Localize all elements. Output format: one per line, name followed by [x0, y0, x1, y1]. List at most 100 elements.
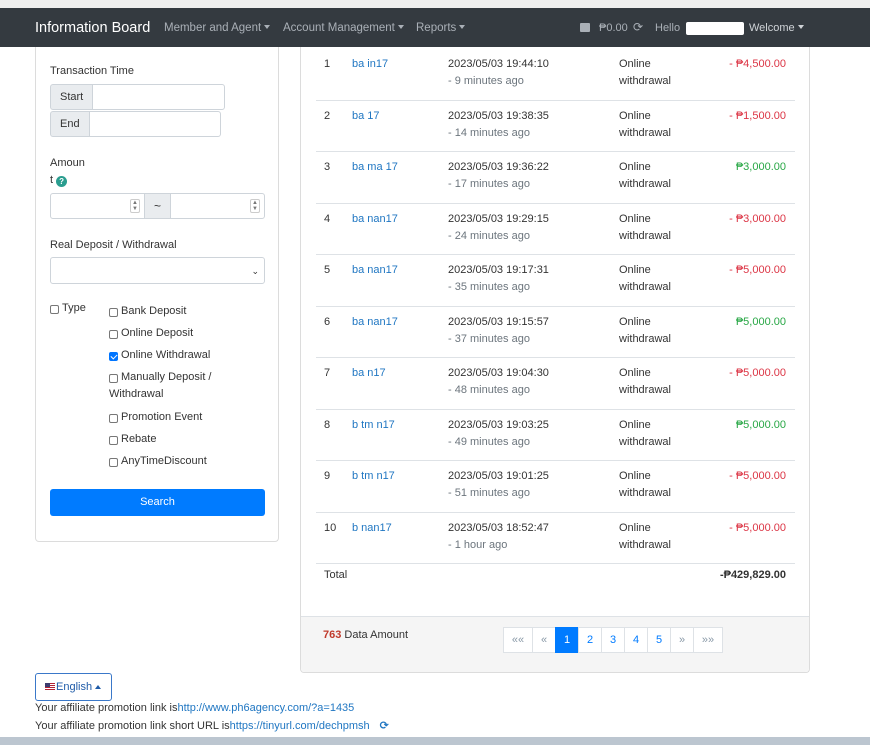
data-amount-count: 763: [323, 629, 342, 641]
relative-time: - 49 minutes ago: [448, 435, 530, 448]
refresh-icon[interactable]: ⟳: [380, 720, 389, 732]
table-row: 8 b tm n17 2023/05/03 19:03:25- 49 minutes…: [316, 410, 795, 461]
page-button[interactable]: 4: [624, 627, 648, 653]
transaction-amount: - ₱5,000.00: [729, 521, 786, 534]
type-checkbox[interactable]: [109, 330, 118, 339]
username-link[interactable]: ba ma 17: [352, 159, 398, 176]
row-number: 1: [324, 58, 331, 70]
type-checkbox[interactable]: [109, 352, 118, 361]
affiliate-short-link[interactable]: https://tinyurl.com/dechpmsh: [230, 720, 370, 732]
transaction-time: 2023/05/03 19:44:10- 9 minutes ago: [448, 58, 549, 87]
data-amount-label: Data Amount: [344, 629, 409, 641]
row-number: 6: [324, 315, 331, 328]
username-link[interactable]: ba nan17: [352, 262, 398, 279]
browser-top-strip: [0, 0, 870, 8]
spinner-icon[interactable]: ▲ ▼: [130, 199, 140, 213]
caret-down-icon: [797, 25, 804, 29]
relative-time: - 24 minutes ago: [448, 229, 530, 242]
row-number: 8: [324, 418, 331, 431]
table-row: 1 ba in17 2023/05/03 19:44:10- 9 minutes a…: [316, 49, 795, 101]
brand-title[interactable]: Information Board: [35, 20, 150, 36]
transaction-time: 2023/05/03 19:38:35- 14 minutes ago: [448, 109, 549, 139]
transaction-time: 2023/05/03 19:01:25- 51 minutes ago: [448, 470, 549, 499]
greeting-text: Hello: [655, 22, 681, 34]
username-link[interactable]: ba in17: [352, 56, 388, 73]
amount-max-input[interactable]: ▲ ▼: [170, 193, 265, 219]
real-deposit-withdrawal-select[interactable]: ⌄: [50, 257, 265, 284]
page-button[interactable]: ««: [503, 627, 533, 653]
type-checkbox[interactable]: [109, 414, 118, 423]
username-link[interactable]: ba n17: [352, 365, 386, 382]
relative-time: - 1 hour ago: [448, 538, 508, 551]
start-time-input[interactable]: [92, 84, 225, 110]
page-button[interactable]: »: [670, 627, 694, 653]
type-label: Type: [62, 302, 86, 314]
menu-account-management[interactable]: Account Management: [283, 22, 404, 34]
username-link[interactable]: ba nan17: [352, 211, 398, 228]
type-option-label-wrap[interactable]: Withdrawal: [109, 386, 163, 403]
transaction-amount: - ₱1,500.00: [729, 109, 786, 122]
transaction-amount: - ₱5,000.00: [729, 367, 786, 379]
type-option-label[interactable]: Rebate: [121, 431, 156, 448]
relative-time: - 51 minutes ago: [448, 487, 530, 499]
type-option-label[interactable]: AnyTimeDiscount: [121, 453, 207, 470]
relative-time: - 9 minutes ago: [448, 75, 524, 87]
transaction-amount: - ₱5,000.00: [729, 264, 786, 276]
caret-down-icon: [397, 25, 404, 29]
type-option-label[interactable]: Online Deposit: [121, 325, 193, 342]
row-number: 9: [324, 470, 331, 482]
page-button[interactable]: 3: [601, 627, 625, 653]
transaction-time: 2023/05/03 19:17:31- 35 minutes ago: [448, 264, 549, 293]
type-option-label[interactable]: Promotion Event: [121, 409, 202, 426]
language-selector[interactable]: English: [35, 673, 112, 701]
type-option-label[interactable]: Manually Deposit /: [121, 369, 212, 386]
page-button[interactable]: 2: [578, 627, 602, 653]
transaction-type: Online withdrawal: [619, 367, 671, 396]
transaction-time: 2023/05/03 19:15:57- 37 minutes ago: [448, 315, 549, 345]
affiliate-link[interactable]: http://www.ph6agency.com/?a=1435: [177, 702, 354, 714]
amount-min-input[interactable]: ▲ ▼: [50, 193, 145, 219]
user-menu[interactable]: Welcome: [749, 22, 804, 34]
type-checkbox[interactable]: [109, 374, 118, 383]
page-button[interactable]: 5: [647, 627, 671, 653]
caret-down-icon: [459, 25, 466, 29]
spinner-icon[interactable]: ▲ ▼: [250, 199, 260, 213]
transaction-time: 2023/05/03 19:04:30- 48 minutes ago: [448, 367, 549, 396]
amount-label-wrap: t?: [50, 174, 68, 187]
menu-reports[interactable]: Reports: [416, 22, 466, 34]
chevron-down-icon: ⌄: [251, 266, 259, 276]
type-checkbox[interactable]: [109, 308, 118, 317]
type-checkbox[interactable]: [109, 458, 118, 467]
table-row: 7 ba n17 2023/05/03 19:04:30- 48 minutes a…: [316, 358, 795, 410]
table-row: 4 ba nan17 2023/05/03 19:29:15- 24 minutes…: [316, 204, 795, 255]
table-row: 10 b nan17 2023/05/03 18:52:47- 1 hour ago…: [316, 513, 795, 564]
search-button[interactable]: Search: [50, 489, 265, 516]
bottom-taskbar: [0, 737, 870, 745]
refresh-balance-icon[interactable]: ⟳: [633, 20, 643, 34]
row-number: 10: [324, 521, 337, 534]
type-option-label[interactable]: Online Withdrawal: [121, 347, 210, 364]
help-icon[interactable]: ?: [56, 176, 68, 187]
type-checkbox[interactable]: [109, 436, 118, 445]
balance-value: ₱0.00: [599, 22, 628, 34]
transaction-amount: ₱3,000.00: [735, 161, 786, 173]
page-button[interactable]: 1: [555, 627, 579, 653]
transaction-type: Online withdrawal: [619, 264, 671, 293]
caret-up-icon: [95, 685, 102, 689]
page-button[interactable]: »»: [693, 627, 723, 653]
page-button[interactable]: «: [532, 627, 556, 653]
type-option-label[interactable]: Bank Deposit: [121, 303, 186, 320]
username-link[interactable]: ba 17: [352, 108, 380, 125]
end-time-input[interactable]: [89, 111, 221, 137]
transaction-time: 2023/05/03 19:36:22- 17 minutes ago: [448, 161, 549, 190]
username-link[interactable]: b nan17: [352, 520, 392, 537]
table-row: 6 ba nan17 2023/05/03 19:15:57- 37 minutes…: [316, 307, 795, 358]
username-link[interactable]: ba nan17: [352, 314, 398, 331]
type-all-checkbox[interactable]: [50, 305, 59, 314]
menu-member-and-agent[interactable]: Member and Agent: [164, 22, 271, 34]
relative-time: - 14 minutes ago: [448, 126, 530, 139]
username-link[interactable]: b tm n17: [352, 468, 395, 485]
start-addon: Start: [50, 84, 93, 110]
username-link[interactable]: b tm n17: [352, 417, 395, 434]
row-number: 3: [324, 161, 331, 173]
